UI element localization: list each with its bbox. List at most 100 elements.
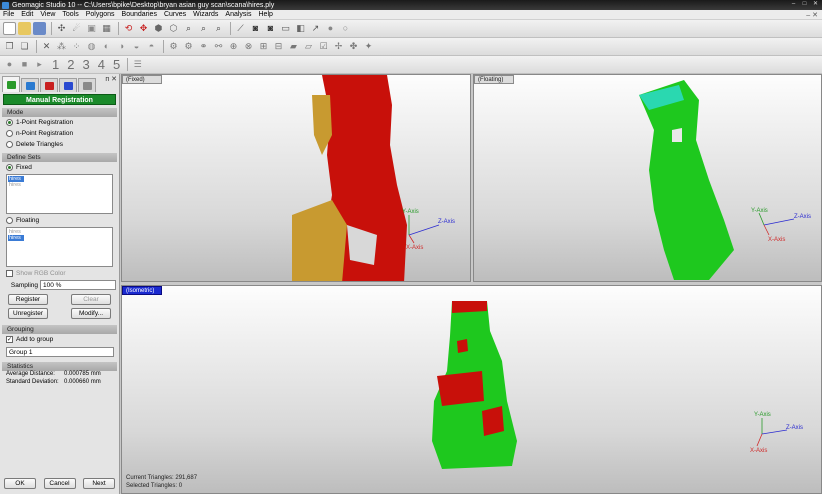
radio-floating[interactable]: Floating xyxy=(0,215,119,226)
radio-delete-triangles[interactable]: Delete Triangles xyxy=(0,139,119,150)
display-icon[interactable]: ▭ xyxy=(279,22,292,35)
delete-icon[interactable]: ✕ xyxy=(40,40,53,53)
transform-icon[interactable]: ⊗ xyxy=(242,40,255,53)
wrap-icon[interactable]: ◍ xyxy=(85,40,98,53)
section-statistics[interactable]: Statistics xyxy=(2,362,117,371)
add-to-group-checkbox[interactable]: ✓ Add to group xyxy=(0,334,119,345)
camera-2-icon[interactable]: ◙ xyxy=(264,22,277,35)
register-icon[interactable]: ⚙ xyxy=(167,40,180,53)
select-box-icon[interactable]: ▦ xyxy=(100,22,113,35)
select-cube-icon[interactable]: ▣ xyxy=(85,22,98,35)
select-brush-icon[interactable]: ☄ xyxy=(70,22,83,35)
smooth-icon[interactable]: ◒ xyxy=(130,40,143,53)
zoom-out-icon[interactable]: ⌕ xyxy=(197,22,210,35)
shaded-icon[interactable]: ⬢ xyxy=(152,22,165,35)
tab-display[interactable] xyxy=(40,78,58,92)
save-file-icon[interactable] xyxy=(33,22,46,35)
ok-button[interactable]: OK xyxy=(4,478,36,489)
close-button[interactable]: ✕ xyxy=(811,1,820,8)
checkbox-box[interactable]: ✓ xyxy=(6,336,13,343)
register-button[interactable]: Register xyxy=(8,294,48,305)
unregister-button[interactable]: Unregister xyxy=(8,308,48,319)
camera-icon[interactable]: ◙ xyxy=(249,22,262,35)
plane-icon[interactable]: ▰ xyxy=(287,40,300,53)
tool-a-icon[interactable]: ✢ xyxy=(332,40,345,53)
zoom-icon[interactable]: ⌕ xyxy=(182,22,195,35)
isometric-model[interactable] xyxy=(422,301,532,471)
cube-icon[interactable]: ◧ xyxy=(294,22,307,35)
view-number-4[interactable]: 4 xyxy=(98,57,105,72)
menu-file[interactable]: File xyxy=(3,11,14,18)
list-item[interactable]: hires xyxy=(8,182,111,188)
view-number-1[interactable]: 1 xyxy=(52,57,59,72)
tool-b-icon[interactable]: ✤ xyxy=(347,40,360,53)
radio-fixed[interactable]: Fixed xyxy=(0,162,119,173)
checkbox-box[interactable] xyxy=(6,270,13,277)
fixed-viewport[interactable]: (Fixed) Y-Axis Z-Axis X-Axis xyxy=(121,74,471,282)
tab-dialog[interactable] xyxy=(2,76,20,92)
wireframe-icon[interactable]: ⬡ xyxy=(167,22,180,35)
modify-button[interactable]: Modify... xyxy=(71,308,111,319)
menu-boundaries[interactable]: Boundaries xyxy=(122,11,157,18)
radio-indicator[interactable] xyxy=(6,164,13,171)
tool-c-icon[interactable]: ✦ xyxy=(362,40,375,53)
list-icon[interactable]: ☰ xyxy=(131,58,144,71)
scale-icon[interactable]: ⊞ xyxy=(257,40,270,53)
fill-holes-icon[interactable]: ◐ xyxy=(100,40,113,53)
isometric-viewport[interactable]: (Isometric) Y-Axis Z-Axis X-Axis Current… xyxy=(121,285,822,494)
section-mode[interactable]: Mode xyxy=(2,108,117,117)
list-item[interactable]: hires xyxy=(8,235,24,241)
view-number-5[interactable]: 5 xyxy=(113,57,120,72)
radio-indicator[interactable] xyxy=(6,217,13,224)
radio-indicator[interactable] xyxy=(6,119,13,126)
cancel-button[interactable]: Cancel xyxy=(43,478,76,489)
floating-list[interactable]: hires hires xyxy=(6,227,113,267)
ring-icon[interactable]: ○ xyxy=(339,22,352,35)
minimize-button[interactable]: – xyxy=(789,1,798,8)
clear-button[interactable]: Clear xyxy=(71,294,111,305)
reduce-noise-icon[interactable]: ⁂ xyxy=(55,40,68,53)
zoom-fit-icon[interactable]: ⌕ xyxy=(212,22,225,35)
mdi-controls[interactable]: – ✕ xyxy=(806,11,818,19)
menu-polygons[interactable]: Polygons xyxy=(86,11,115,18)
radio-n-point[interactable]: n-Point Registration xyxy=(0,128,119,139)
section-grouping[interactable]: Grouping xyxy=(2,325,117,334)
menu-view[interactable]: View xyxy=(40,11,55,18)
merge-icon[interactable]: ⚭ xyxy=(197,40,210,53)
radio-indicator[interactable] xyxy=(6,141,13,148)
section-icon[interactable]: ▱ xyxy=(302,40,315,53)
copy-icon[interactable]: ❐ xyxy=(3,40,16,53)
next-button[interactable]: Next xyxy=(83,478,115,489)
select-points-icon[interactable]: ✣ xyxy=(55,22,68,35)
menu-analysis[interactable]: Analysis xyxy=(225,11,251,18)
menu-edit[interactable]: Edit xyxy=(21,11,33,18)
tab-model-manager[interactable] xyxy=(21,78,39,92)
sample-icon[interactable]: ⁘ xyxy=(70,40,83,53)
sampling-input[interactable] xyxy=(40,280,116,290)
tab-list[interactable] xyxy=(78,78,96,92)
group-name-input[interactable] xyxy=(6,347,114,357)
check-icon[interactable]: ☑ xyxy=(317,40,330,53)
view-number-3[interactable]: 3 xyxy=(82,57,89,72)
view-number-2[interactable]: 2 xyxy=(67,57,74,72)
ball-icon[interactable]: ● xyxy=(3,58,16,71)
panel-pin-close[interactable]: ᴨ ✕ xyxy=(105,75,117,83)
floating-viewport[interactable]: (Floating) Y-Axis Z-Axis X-Axis xyxy=(473,74,822,282)
paste-icon[interactable]: ❏ xyxy=(18,40,31,53)
arrow-icon[interactable]: ↗ xyxy=(309,22,322,35)
radio-indicator[interactable] xyxy=(6,130,13,137)
show-rgb-checkbox[interactable]: Show RGB Color xyxy=(0,268,119,279)
measure-icon[interactable]: ⟋ xyxy=(234,22,247,35)
tab-data[interactable] xyxy=(59,78,77,92)
menu-curves[interactable]: Curves xyxy=(164,11,186,18)
move-icon[interactable]: ✥ xyxy=(137,22,150,35)
menu-wizards[interactable]: Wizards xyxy=(193,11,218,18)
floating-model[interactable] xyxy=(624,80,754,280)
maximize-button[interactable]: □ xyxy=(800,1,809,8)
combine-icon[interactable]: ⚯ xyxy=(212,40,225,53)
new-file-icon[interactable] xyxy=(3,22,16,35)
align-icon[interactable]: ⊕ xyxy=(227,40,240,53)
decimate-icon[interactable]: ◓ xyxy=(145,40,158,53)
square-icon[interactable]: ■ xyxy=(18,58,31,71)
menu-tools[interactable]: Tools xyxy=(62,11,78,18)
